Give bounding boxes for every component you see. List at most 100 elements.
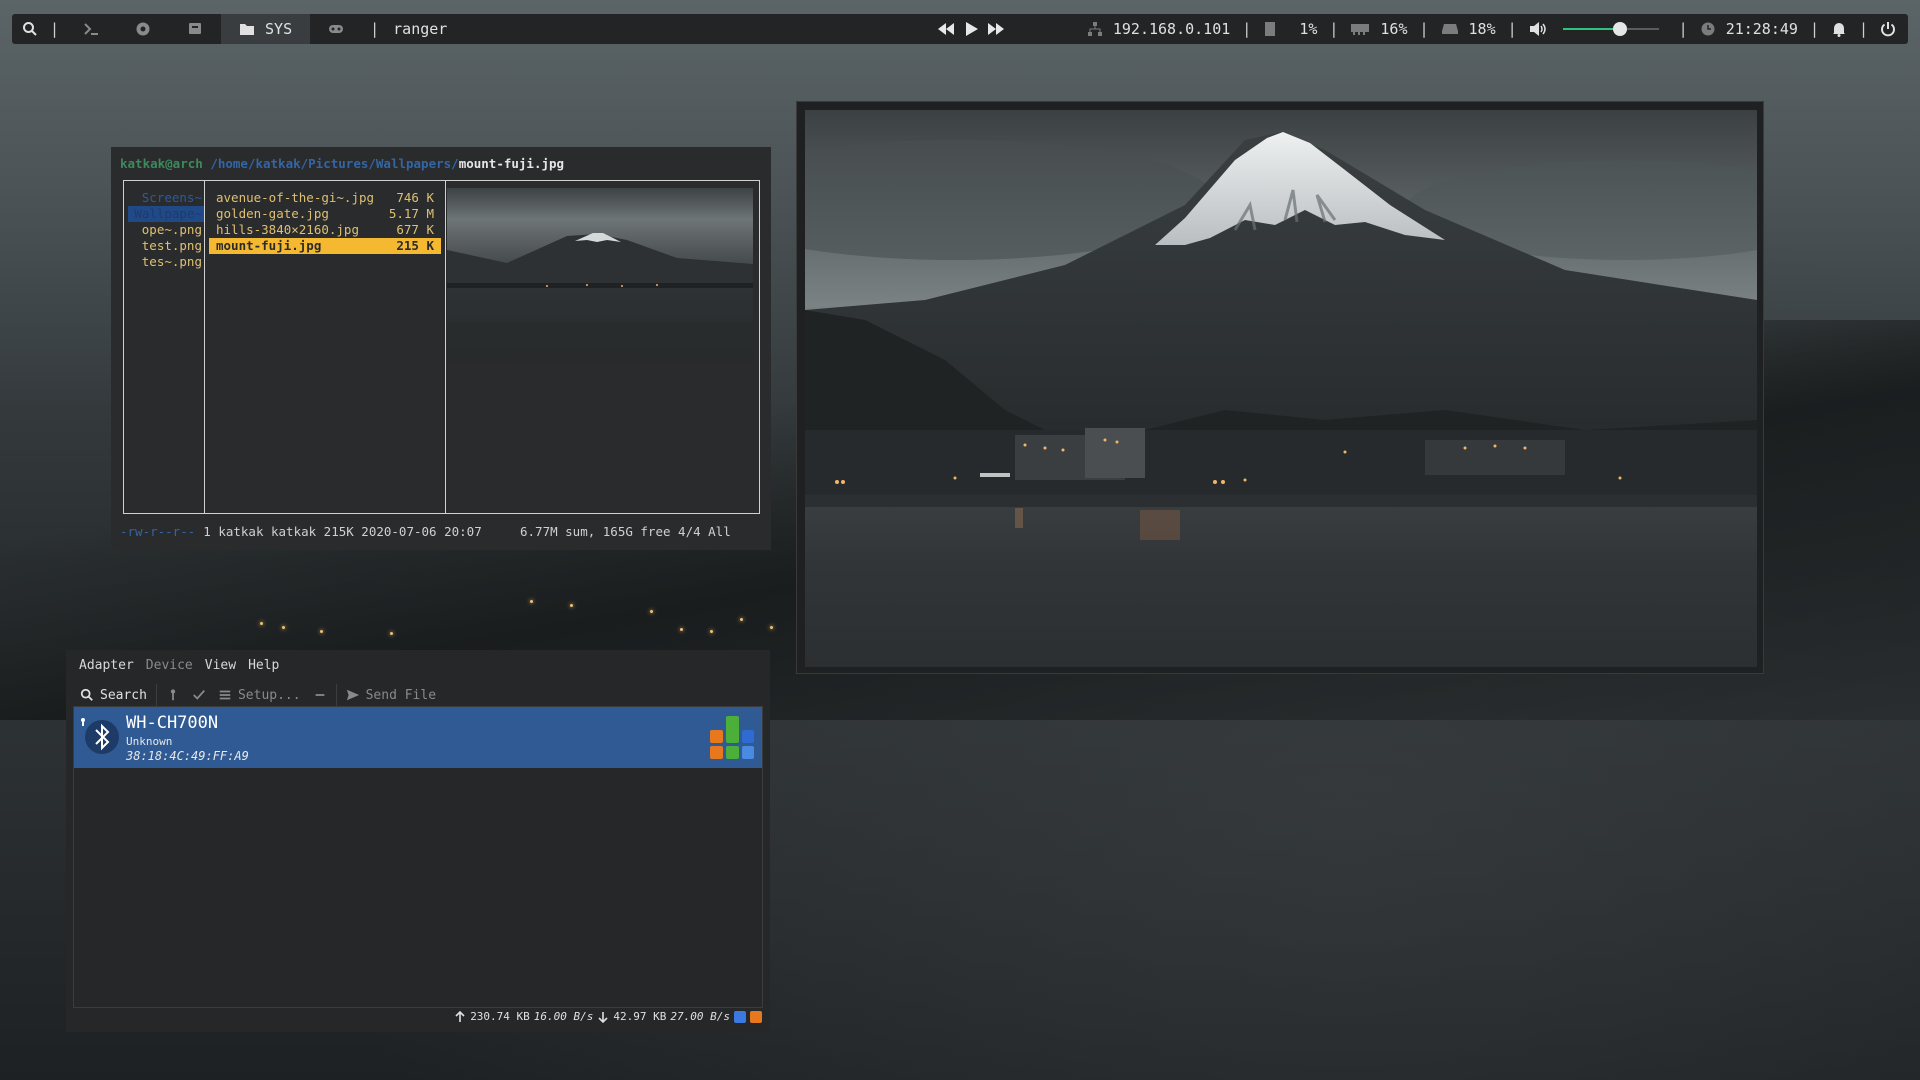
separator: |: [1242, 20, 1252, 38]
previous-track-icon[interactable]: [937, 21, 955, 37]
send-file-button[interactable]: Send File: [340, 682, 442, 708]
download-rate: 27.00 B/s: [670, 1010, 730, 1023]
bt-status-bar: 230.74 KB 16.00 B/s 42.97 KB 27.00 B/s: [454, 1010, 762, 1023]
image-viewer-window[interactable]: [796, 101, 1764, 674]
ranger-parent-entry[interactable]: Wallpape~: [128, 206, 204, 222]
file-size: 5.17 M: [388, 206, 434, 221]
workspace-sys[interactable]: SYS: [221, 14, 311, 44]
file-size: 746 K: [396, 190, 434, 205]
ranger-parent-entry[interactable]: ope~.png: [128, 222, 204, 238]
setup-button[interactable]: Setup...: [212, 682, 307, 708]
ranger-user-host: katkak@arch: [120, 156, 203, 171]
toolbar-separator: [155, 684, 157, 706]
media-controls: [937, 14, 1005, 44]
ranger-parent-entry[interactable]: Screens~: [128, 190, 204, 206]
volume-icon[interactable]: [1529, 21, 1547, 37]
cpu-usage: 1%: [1299, 20, 1318, 38]
search-icon: [23, 22, 37, 36]
file-name: avenue-of-the-gi~.jpg: [216, 190, 375, 205]
file-permissions: -rw-r--r--: [120, 524, 196, 539]
search-button[interactable]: Search: [74, 682, 153, 708]
bluetooth-manager-window[interactable]: Adapter Device View Help Search Setup... Se…: [66, 650, 770, 1032]
wallpaper-town-lights: [230, 560, 790, 640]
power-icon[interactable]: [1880, 21, 1896, 37]
workspace-sys-label: SYS: [265, 20, 293, 38]
clock: 21:28:49: [1725, 20, 1798, 38]
ranger-parent-entry[interactable]: tes~.png: [128, 254, 204, 270]
play-icon[interactable]: [963, 21, 979, 37]
ranger-file-row[interactable]: golden-gate.jpg 5.17 M: [209, 206, 441, 222]
folder-icon: [240, 24, 255, 35]
bt-menu-view[interactable]: View: [205, 658, 236, 673]
separator: |: [370, 20, 380, 38]
disk-icon: [1441, 24, 1458, 34]
file-name: golden-gate.jpg: [216, 206, 329, 221]
column-divider: [445, 181, 446, 513]
search-icon: [80, 688, 93, 701]
bt-menu-adapter[interactable]: Adapter: [79, 658, 134, 673]
file-size: 215 K: [396, 238, 434, 253]
bt-toolbar: Search Setup... Send File: [74, 681, 442, 709]
trust-button[interactable]: [186, 682, 212, 708]
volume-slider-fill: [1562, 28, 1621, 30]
ranger-path-bar: katkak@arch /home/katkak/Pictures/Wallpa…: [120, 156, 564, 171]
terminal-icon: [84, 23, 99, 35]
workspace-browser[interactable]: [117, 14, 169, 44]
separator: |: [1858, 20, 1868, 38]
transfer-status-icon: [750, 1010, 762, 1023]
separator: |: [1809, 20, 1819, 38]
workspace-terminal[interactable]: [61, 14, 117, 44]
top-bar: | SYS | ranger 192.168.0.101 | 1% | 16% …: [12, 14, 1908, 44]
mount-fuji-image: [805, 110, 1757, 667]
next-track-icon[interactable]: [987, 21, 1005, 37]
bt-menu-device[interactable]: Device: [146, 658, 193, 673]
ranger-file-column: avenue-of-the-gi~.jpg 746 Kgolden-gate.jp…: [209, 190, 441, 254]
setup-button-label: Setup...: [237, 687, 301, 703]
remove-button[interactable]: [307, 682, 333, 708]
ranger-parent-column: Screens~ Wallpape~ ope~.png test.png tes~.pn…: [128, 190, 204, 270]
volume-slider[interactable]: [1562, 22, 1659, 36]
ranger-file-row[interactable]: avenue-of-the-gi~.jpg 746 K: [209, 190, 441, 206]
gamepad-icon: [329, 25, 344, 33]
ranger-image-preview: [447, 188, 753, 363]
upload-arrow-icon: [455, 1010, 465, 1022]
ranger-status-bar: -rw-r--r-- 1 katkak katkak 215K 2020-07-…: [120, 524, 731, 539]
bt-menu-help[interactable]: Help: [248, 658, 279, 673]
status-area: 192.168.0.101 | 1% | 16% | 18% | | 21:28…: [1087, 14, 1896, 44]
ranger-file-row[interactable]: mount-fuji.jpg 215 K: [209, 238, 441, 254]
bt-device-type: Unknown: [126, 735, 173, 748]
bluetooth-icon: [81, 718, 119, 754]
bt-device-name: WH-CH700N: [126, 713, 219, 733]
volume-slider-knob[interactable]: [1613, 22, 1628, 36]
file-metadata: 1 katkak katkak 215K 2020-07-06 20:07: [203, 524, 482, 539]
workspace-chat[interactable]: [169, 14, 221, 44]
active-window-title: ranger: [393, 20, 448, 38]
ranger-current-dir: /home/katkak/Pictures/Wallpapers/: [210, 156, 459, 171]
notification-bell-icon[interactable]: [1831, 21, 1847, 37]
network-address: 192.168.0.101: [1112, 20, 1231, 38]
separator: |: [1419, 20, 1429, 38]
network-icon: [1087, 22, 1102, 36]
file-name: hills-3840×2160.jpg: [216, 222, 359, 237]
memory-icon: [1351, 24, 1370, 35]
upload-rate: 16.00 B/s: [533, 1010, 594, 1023]
bt-device-row[interactable]: WH-CH700N Unknown 38:18:4C:49:FF:A9: [74, 707, 762, 768]
bt-menu-bar: Adapter Device View Help: [79, 658, 279, 673]
file-name: mount-fuji.jpg: [216, 238, 322, 253]
bond-button[interactable]: [160, 682, 186, 708]
browser-icon: [136, 22, 150, 36]
send-file-button-label: Send File: [365, 687, 437, 703]
cpu-icon: [1265, 22, 1276, 36]
search-launcher[interactable]: [12, 14, 48, 44]
ranger-window[interactable]: katkak@arch /home/katkak/Pictures/Wallpa…: [111, 147, 771, 550]
separator: |: [50, 20, 60, 38]
ranger-file-row[interactable]: hills-3840×2160.jpg 677 K: [209, 222, 441, 238]
download-arrow-icon: [598, 1011, 608, 1023]
minus-icon: [315, 694, 324, 696]
ranger-current-file: mount-fuji.jpg: [458, 156, 565, 171]
key-icon: [170, 689, 176, 701]
workspace-games[interactable]: [310, 14, 362, 44]
send-icon: [346, 689, 359, 701]
bt-device-mac: 38:18:4C:49:FF:A9: [126, 749, 249, 763]
ranger-parent-entry[interactable]: test.png: [128, 238, 204, 254]
